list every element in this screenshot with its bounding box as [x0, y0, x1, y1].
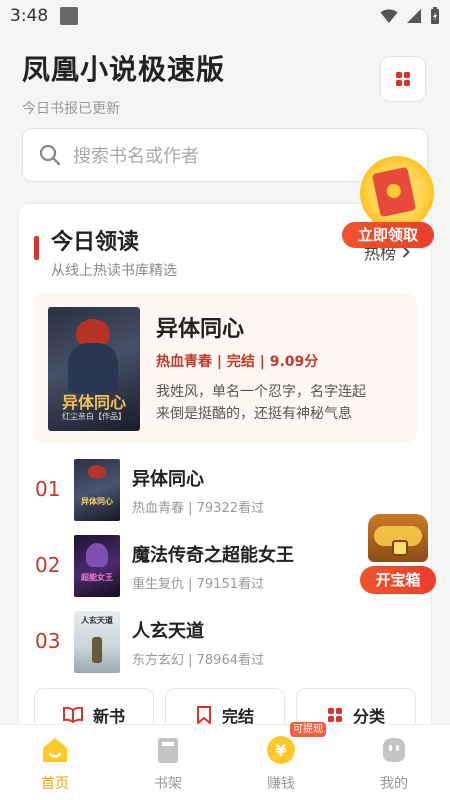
- tab-bookshelf-label: 书架: [154, 776, 182, 792]
- rank-number: 03: [35, 629, 61, 653]
- app-title: 凤凰小说极速版: [22, 53, 226, 86]
- treasure-chest-badge[interactable]: 开宝箱: [360, 512, 436, 596]
- section-accent-bar: [34, 236, 39, 260]
- section-title: 今日领读: [51, 230, 140, 255]
- battery-icon: [431, 7, 439, 24]
- cover-author: 红尘亲白【作品】: [62, 412, 126, 421]
- featured-book-description: 我姓风，单名一个忍字，名字连起 来倒是挺酷的，还挺有神秘气息: [156, 381, 376, 425]
- signal-icon: [407, 9, 421, 23]
- search-icon: [39, 144, 61, 166]
- withdraw-badge: 可提现: [290, 722, 326, 737]
- tab-home-label: 首页: [41, 776, 69, 792]
- cover-title: 异体同心: [61, 393, 126, 412]
- treasure-label: 开宝箱: [360, 566, 436, 594]
- featured-book[interactable]: 异体同心 红尘亲白【作品】 异体同心 热血青春 | 完结 | 9.09分 我姓风…: [34, 293, 417, 443]
- profile-icon: [383, 738, 405, 762]
- open-book-icon: [62, 707, 83, 723]
- grid-icon: [396, 72, 410, 86]
- book-title: 异体同心: [132, 469, 204, 490]
- cover-figure-body: [68, 343, 118, 393]
- description-line-1: 我姓风，单名一个忍字，名字连起: [156, 384, 366, 400]
- notification-icon: [60, 7, 79, 25]
- app-header: 凤凰小说极速版 今日书报已更新: [22, 48, 225, 118]
- book-icon: [158, 738, 178, 763]
- search-placeholder: 搜索书名或作者: [73, 146, 199, 167]
- status-time: 3:48: [10, 6, 49, 26]
- status-bar: 3:48: [0, 0, 450, 32]
- claim-label: 立即领取: [342, 222, 434, 248]
- book-meta: 热血青春 | 79322看过: [132, 501, 264, 516]
- book-meta: 重生复仇 | 79151看过: [132, 577, 264, 592]
- tab-mine[interactable]: 我的: [354, 725, 434, 800]
- featured-book-cover[interactable]: 异体同心 红尘亲白【作品】: [48, 307, 140, 431]
- cover-mini-title: 人玄天道: [81, 616, 113, 625]
- rank-number: 01: [35, 477, 61, 501]
- wifi-icon: [380, 9, 398, 23]
- home-icon: [43, 738, 67, 762]
- tab-earn-label: 赚钱: [267, 776, 295, 792]
- tab-home[interactable]: 首页: [15, 725, 95, 800]
- category-grid-icon: [327, 708, 342, 722]
- app-subtitle: 今日书报已更新: [22, 101, 120, 117]
- bottom-tab-bar: 首页 书架 ¥ 赚钱 我的: [0, 724, 450, 800]
- featured-book-title: 异体同心: [156, 317, 245, 342]
- grid-menu-button[interactable]: [380, 56, 426, 102]
- rank-number: 02: [35, 553, 61, 577]
- cover-mini-title: 超能女王: [81, 573, 113, 582]
- treasure-chest-icon: [368, 514, 428, 562]
- book-cover[interactable]: 人玄天道: [74, 611, 120, 673]
- tab-mine-label: 我的: [380, 776, 408, 792]
- book-cover[interactable]: 异体同心: [74, 459, 120, 521]
- claim-reward-badge[interactable]: 立即领取: [342, 156, 434, 250]
- book-meta: 东方玄幻 | 78964看过: [132, 653, 264, 668]
- description-line-2: 来倒是挺酷的，还挺有神秘气息: [156, 406, 352, 422]
- daily-reading-card: 今日领读 从线上热读书库精选 热榜 异体同心 红尘亲白【作品】 异体同心 热血青…: [18, 203, 432, 743]
- tab-bookshelf[interactable]: 书架: [128, 725, 208, 800]
- status-icons: [380, 7, 440, 25]
- book-title: 魔法传奇之超能女王: [132, 545, 294, 566]
- cover-mini-title: 异体同心: [81, 497, 113, 506]
- section-subtitle: 从线上热读书库精选: [51, 263, 177, 279]
- yen-coin-icon: ¥: [267, 736, 295, 764]
- cover-figure: [86, 543, 108, 567]
- cover-figure: [88, 465, 106, 479]
- book-cover[interactable]: 超能女王: [74, 535, 120, 597]
- book-title: 人玄天道: [132, 621, 204, 642]
- bookmark-icon: [196, 706, 211, 724]
- list-item[interactable]: 03 人玄天道 人玄天道 东方玄幻 | 78964看过: [19, 609, 431, 673]
- svg-text:¥: ¥: [275, 741, 286, 760]
- featured-book-tags: 热血青春 | 完结 | 9.09分: [156, 354, 319, 370]
- cover-figure: [92, 637, 102, 663]
